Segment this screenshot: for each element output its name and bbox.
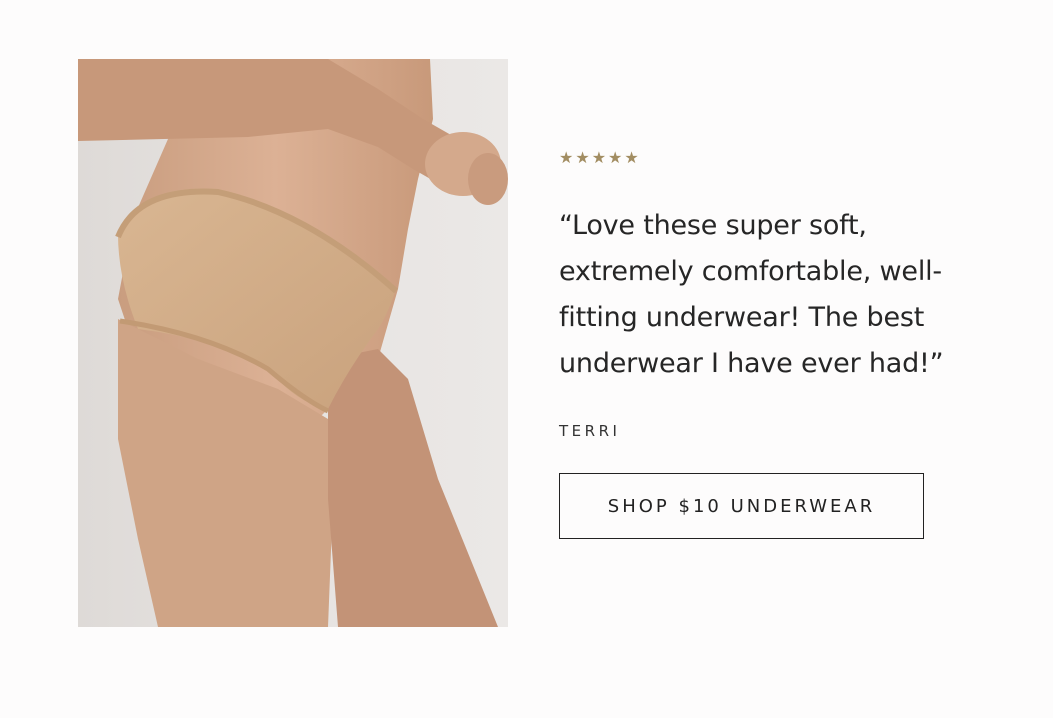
shop-underwear-button[interactable]: SHOP $10 UNDERWEAR bbox=[559, 473, 924, 539]
customer-review: ★★★★★ “Love these super soft, extremely … bbox=[559, 148, 999, 440]
product-photo bbox=[78, 59, 508, 627]
review-quote: “Love these super soft, extremely comfor… bbox=[559, 210, 944, 379]
review-author: TERRI bbox=[559, 422, 621, 440]
star-rating: ★★★★★ bbox=[559, 148, 641, 167]
model-wearing-underwear-image bbox=[78, 59, 508, 627]
